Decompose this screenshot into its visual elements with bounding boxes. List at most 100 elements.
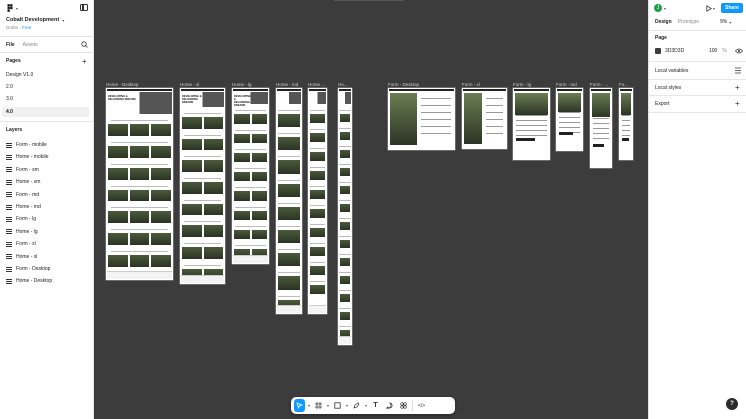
page-color-value[interactable]: 3D3D3D [665, 48, 684, 54]
comment-tool-button[interactable] [384, 399, 395, 412]
chevron-down-icon[interactable]: ▾ [713, 6, 715, 11]
left-sidebar: ▾ Cobalt Development ▾ Drafts Free File … [0, 0, 94, 419]
tab-prototype[interactable]: Prototype [678, 19, 699, 25]
tab-assets[interactable]: Assets [23, 42, 38, 48]
figma-logo-icon[interactable] [6, 4, 13, 12]
chevron-down-icon[interactable]: ▾ [346, 403, 348, 408]
help-button[interactable]: ? [726, 398, 738, 410]
chevron-down-icon[interactable]: ▾ [365, 403, 367, 408]
frame-label[interactable]: Form - xl [462, 82, 480, 87]
frame-label[interactable]: Form - md [556, 82, 577, 87]
canvas[interactable]: Home - Desktop DEVELOPING & DELIVERING DR… [94, 0, 648, 419]
layer-label: Form - xl [16, 241, 36, 248]
pen-tool-button[interactable] [351, 399, 362, 412]
zoom-level[interactable]: 9% [720, 19, 727, 25]
design-frame[interactable]: DEVELOPING & DELIVERING DREAMS [232, 88, 269, 264]
hero-heading: DEVELOPING & DELIVERING DREAMS [108, 95, 136, 101]
opacity-unit: % [722, 48, 727, 54]
add-style-icon[interactable]: + [735, 83, 740, 92]
layer-item[interactable]: Home - Desktop [6, 277, 52, 285]
sidebar-toggle-icon[interactable] [80, 4, 88, 11]
design-frame[interactable] [308, 88, 327, 314]
plan-badge[interactable]: Free [22, 25, 31, 31]
layer-item[interactable]: Form - sm [6, 166, 39, 174]
chevron-down-icon[interactable]: ▾ [729, 20, 731, 25]
layer-label: Form - md [16, 191, 40, 198]
file-location[interactable]: Drafts [6, 25, 18, 31]
add-page-icon[interactable]: + [82, 57, 87, 66]
text-tool-button[interactable]: T [370, 399, 381, 412]
layer-item[interactable]: Form - mobile [6, 141, 47, 149]
page-item-selected[interactable]: 4.0 [2, 107, 89, 117]
eye-icon[interactable] [735, 48, 743, 54]
frame-label[interactable]: Form - ... [590, 82, 608, 87]
frame-label[interactable]: Home - Desktop [106, 82, 139, 87]
design-frame[interactable] [276, 88, 302, 314]
file-name[interactable]: Cobalt Development [6, 17, 59, 23]
frame-label[interactable]: Ho... [338, 82, 348, 87]
pages-title: Pages [6, 58, 21, 64]
layer-label: Home - mobile [16, 154, 49, 161]
page-item[interactable]: 4.0 [6, 109, 13, 115]
chevron-down-icon[interactable]: ▾ [308, 403, 310, 408]
dev-mode-button[interactable]: </> [416, 399, 427, 412]
frame-label[interactable]: Form - lg [513, 82, 531, 87]
layer-item[interactable]: Form - lg [6, 215, 36, 223]
layer-item[interactable]: Home - sm [6, 178, 40, 186]
frame-label[interactable]: Home - lg [232, 82, 252, 87]
design-frame[interactable]: DEVELOPING & DELIVERING DREAMS [180, 88, 225, 284]
present-icon[interactable] [706, 5, 712, 12]
layer-item[interactable]: Home - mobile [6, 153, 49, 161]
page-item[interactable]: Design V1.0 [6, 72, 33, 78]
frame-icon [6, 278, 12, 284]
shape-tool-button[interactable] [332, 399, 343, 412]
design-frame[interactable] [619, 88, 633, 160]
toolbar: ▾ ▾ ▾ ▾ T </> [291, 397, 455, 414]
design-frame[interactable]: DEVELOPING & DELIVERING DREAMS [106, 88, 173, 280]
layer-item[interactable]: Home - lg [6, 228, 38, 236]
design-frame[interactable] [556, 88, 583, 151]
local-styles-label[interactable]: Local styles [655, 85, 681, 91]
avatar[interactable]: J [654, 4, 662, 12]
export-label[interactable]: Export [655, 101, 669, 107]
design-frame[interactable] [590, 88, 612, 168]
design-frame[interactable] [388, 88, 455, 150]
layer-item[interactable]: Form - Desktop [6, 265, 50, 273]
add-export-icon[interactable]: + [735, 99, 740, 108]
search-icon[interactable] [81, 41, 88, 48]
layer-label: Form - mobile [16, 142, 47, 148]
chevron-down-icon[interactable]: ▾ [327, 403, 329, 408]
page-item[interactable]: 2.0 [6, 84, 13, 90]
frame-icon [6, 192, 12, 198]
share-button[interactable]: Share [721, 3, 743, 13]
frame-label[interactable]: Home - xl [180, 82, 199, 87]
design-frame[interactable] [513, 88, 550, 160]
page-item[interactable]: 3.0 [6, 96, 13, 102]
frame-icon [6, 142, 12, 148]
move-tool-button[interactable] [294, 399, 305, 412]
design-frame[interactable] [338, 88, 352, 345]
chevron-down-icon[interactable]: ▾ [664, 6, 666, 11]
frame-icon [6, 229, 12, 235]
chevron-down-icon[interactable]: ▾ [62, 18, 64, 23]
frame-label[interactable]: Home ... [308, 82, 325, 87]
hero-heading: DEVELOPING & DELIVERING DREAMS [234, 95, 252, 107]
frame-label[interactable]: Home - md [276, 82, 298, 87]
actions-tool-button[interactable] [398, 399, 409, 412]
layer-item[interactable]: Form - xl [6, 240, 36, 248]
layer-item[interactable]: Home - xl [6, 253, 37, 261]
tab-file[interactable]: File [6, 42, 15, 48]
local-variables-label[interactable]: Local variables [655, 68, 688, 74]
design-frame[interactable] [462, 88, 507, 149]
tab-design[interactable]: Design [655, 19, 672, 25]
color-swatch[interactable] [655, 48, 661, 54]
frame-icon [6, 266, 12, 272]
page-opacity-value[interactable]: 100 [709, 48, 717, 54]
layer-item[interactable]: Form - md [6, 191, 39, 199]
variables-icon[interactable] [734, 67, 742, 74]
frame-tool-button[interactable] [313, 399, 324, 412]
frame-label[interactable]: Fo... [619, 82, 628, 87]
frame-icon [6, 204, 12, 210]
layer-item[interactable]: Home - md [6, 203, 41, 211]
frame-label[interactable]: Form - Desktop [388, 82, 419, 87]
